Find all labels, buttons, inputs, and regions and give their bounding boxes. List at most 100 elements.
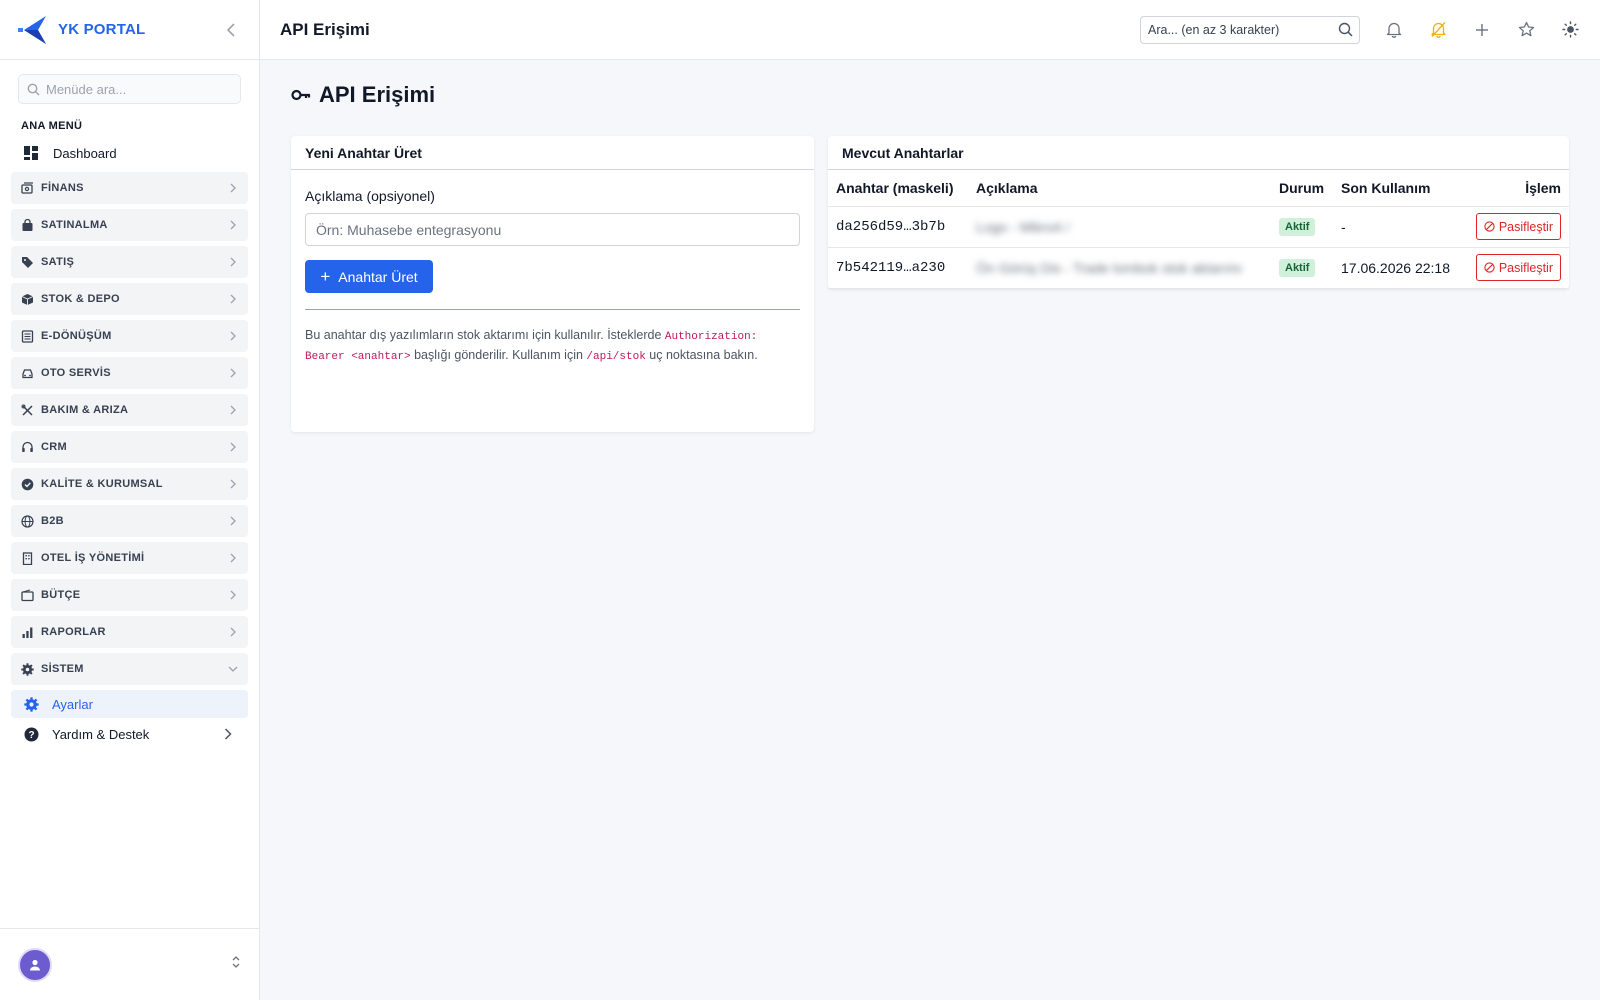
sidebar-item-settings[interactable]: Ayarlar	[11, 690, 248, 718]
sidebar-item-dashboard[interactable]: Dashboard	[0, 138, 259, 168]
chevron-right-icon	[230, 553, 236, 563]
theme-toggle-button[interactable]	[1560, 20, 1580, 40]
chevron-right-icon	[230, 220, 236, 230]
description-cell: Logo - Mikro4 /	[968, 206, 1271, 248]
description-text: Ön Görüş Dis - Trade lombok stok aktarım…	[976, 259, 1243, 276]
card-title: Yeni Anahtar Üret	[291, 136, 814, 170]
gear-icon	[23, 696, 39, 712]
deactivate-button[interactable]: Pasifleştir	[1475, 254, 1561, 281]
bell-icon	[1386, 22, 1402, 38]
note-text: uç noktasına bakın.	[645, 348, 758, 362]
tools-icon	[21, 404, 34, 417]
notifications-button[interactable]	[1384, 20, 1404, 40]
description-text: Logo - Mikro4 /	[976, 218, 1070, 235]
group-label: SATINALMA	[41, 219, 108, 231]
sidebar-group-sales[interactable]: SATIŞ	[11, 246, 248, 278]
sidebar-item-label: Ayarlar	[52, 696, 93, 712]
deactivate-label: Pasifleştir	[1498, 260, 1553, 275]
mute-notifications-button[interactable]	[1428, 20, 1448, 40]
ban-icon	[1484, 221, 1495, 232]
sidebar: YK PORTAL ANA MENÜ Dashboard FİNANS SATI…	[0, 0, 260, 1000]
sidebar-group-auto-service[interactable]: OTO SERVİS	[11, 357, 248, 389]
sidebar-group-stock[interactable]: STOK & DEPO	[11, 283, 248, 315]
note-text: başlığı gönderilir. Kullanım için	[410, 348, 587, 362]
chevron-left-icon	[226, 22, 235, 37]
generate-key-label: Anahtar Üret	[338, 268, 418, 285]
chevron-down-icon	[228, 666, 238, 672]
ban-icon	[1484, 262, 1495, 273]
collapse-sidebar-button[interactable]	[219, 18, 243, 42]
group-label: CRM	[41, 441, 67, 453]
column-header: İşlem	[1463, 170, 1569, 207]
chevron-right-icon	[230, 183, 236, 193]
menu-search-box[interactable]	[18, 74, 241, 104]
page-title: API Erişimi	[280, 19, 370, 39]
avatar[interactable]	[18, 947, 52, 982]
status-badge: Aktif	[1279, 218, 1316, 236]
bell-off-icon	[1430, 22, 1446, 38]
search-icon[interactable]	[1338, 22, 1353, 37]
usage-note: Bu anahtar dış yazılımların stok aktarım…	[305, 326, 800, 366]
box-icon	[21, 293, 34, 306]
sidebar-group-reports[interactable]: RAPORLAR	[11, 616, 248, 648]
sidebar-group-b2b[interactable]: B2B	[11, 505, 248, 537]
group-label: B2B	[41, 515, 64, 527]
add-button[interactable]	[1472, 20, 1492, 40]
user-menu-toggle[interactable]	[231, 955, 241, 974]
sidebar-item-help[interactable]: ? Yardım & Destek	[11, 720, 248, 748]
description-cell: Ön Görüş Dis - Trade lombok stok aktarım…	[968, 247, 1271, 289]
group-label: BAKIM & ARIZA	[41, 404, 129, 416]
keys-table: Anahtar (maskeli) Açıklama Durum Son Kul…	[828, 170, 1569, 289]
global-search-input[interactable]	[1148, 22, 1338, 37]
bar-chart-icon	[21, 626, 34, 639]
search-icon	[27, 83, 40, 95]
main-content: API Erişimi Yeni Anahtar Üret Açıklama (…	[260, 60, 1600, 1000]
key-cell: da256d59…3b7b	[828, 206, 968, 248]
deactivate-button[interactable]: Pasifleştir	[1475, 213, 1561, 240]
status-cell: Aktif	[1271, 247, 1333, 289]
sidebar-group-budget[interactable]: BÜTÇE	[11, 579, 248, 611]
sidebar-group-e-transformation[interactable]: E-DÖNÜŞÜM	[11, 320, 248, 352]
sidebar-group-maintenance[interactable]: BAKIM & ARIZA	[11, 394, 248, 426]
gear-icon	[21, 662, 34, 676]
sidebar-group-quality[interactable]: KALİTE & KURUMSAL	[11, 468, 248, 500]
status-cell: Aktif	[1271, 206, 1333, 248]
sidebar-group-finance[interactable]: FİNANS	[11, 172, 248, 204]
sun-icon	[1561, 21, 1579, 38]
sidebar-group-system[interactable]: SİSTEM	[11, 653, 248, 685]
sidebar-item-label: Yardım & Destek	[52, 726, 150, 742]
table-row: 7b542119…a230 Ön Görüş Dis - Trade lombo…	[828, 247, 1569, 289]
chevron-right-icon	[230, 331, 236, 341]
generate-key-button[interactable]: + Anahtar Üret	[305, 260, 433, 293]
global-search-box[interactable]	[1140, 15, 1360, 44]
chevron-right-icon	[230, 590, 236, 600]
group-label: E-DÖNÜŞÜM	[41, 330, 112, 342]
brand-bar: YK PORTAL	[0, 0, 259, 60]
star-icon	[1518, 21, 1534, 37]
topbar: API Erişimi	[260, 0, 1600, 60]
page-header: API Erişimi	[291, 82, 435, 108]
sidebar-group-hotel[interactable]: OTEL İŞ YÖNETİMİ	[11, 542, 248, 574]
last-used-cell: 17.06.2026 22:18	[1333, 247, 1463, 289]
table-row: da256d59…3b7b Logo - Mikro4 / Aktif - Pa…	[828, 206, 1569, 248]
help-icon: ?	[23, 726, 39, 742]
brand-name: YK PORTAL	[58, 21, 146, 38]
sidebar-item-label: Dashboard	[53, 145, 117, 161]
favorites-button[interactable]	[1516, 20, 1536, 40]
last-used-cell: -	[1333, 206, 1463, 248]
section-title-main-menu: ANA MENÜ	[21, 120, 83, 132]
plus-icon	[1476, 23, 1488, 36]
globe-icon	[21, 514, 34, 528]
group-label: FİNANS	[41, 182, 84, 194]
sidebar-group-crm[interactable]: CRM	[11, 431, 248, 463]
group-label: SİSTEM	[41, 663, 84, 675]
group-label: SATIŞ	[41, 256, 75, 268]
car-icon	[21, 367, 34, 380]
wallet-icon	[21, 588, 34, 602]
badge-check-icon	[21, 478, 34, 491]
description-input[interactable]	[316, 221, 789, 238]
menu-search-input[interactable]	[46, 81, 226, 97]
sidebar-groups: FİNANS SATINALMA SATIŞ STOK & DEPO E-DÖN…	[0, 172, 259, 748]
note-code-endpoint: /api/stok	[586, 351, 646, 363]
sidebar-group-purchasing[interactable]: SATINALMA	[11, 209, 248, 241]
